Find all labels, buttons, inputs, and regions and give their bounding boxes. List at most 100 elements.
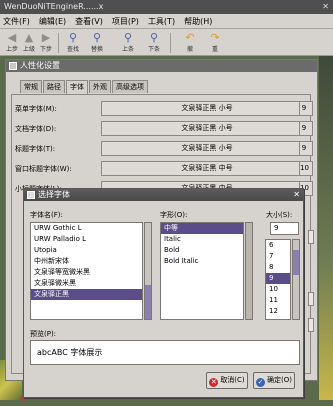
font-setting-row: 文档字体(D): 文泉驿正黑 小号 9 xyxy=(15,121,313,137)
cancel-button[interactable]: ✕ 取消(C) xyxy=(206,372,248,389)
font-setting-label: 文档字体(D): xyxy=(15,125,57,133)
undo-button[interactable]: ↶ 撤 xyxy=(181,31,199,53)
font-picker-button[interactable]: 文泉驿正黑 中号10 xyxy=(101,161,313,176)
font-picker-button[interactable] xyxy=(308,318,314,332)
redo-icon: ↷ xyxy=(210,31,220,44)
undo-icon: ↶ xyxy=(185,31,195,44)
family-scrollbar[interactable] xyxy=(144,222,152,320)
font-chooser-dialog: 选择字体 ✕ 字体名(F): 字形(O): 大小(S): URW Gothic … xyxy=(23,188,304,398)
find-prev-button[interactable]: ⚲ 上条 xyxy=(119,31,137,53)
list-item[interactable]: 8 xyxy=(266,262,290,273)
size-scrollbar[interactable] xyxy=(292,239,300,320)
window-icon xyxy=(27,191,35,199)
preferences-titlebar: 人性化设置 xyxy=(6,60,317,72)
list-item[interactable]: 6 xyxy=(266,240,290,251)
cancel-icon: ✕ xyxy=(209,378,219,387)
font-style-list[interactable]: 中等 Italic Bold Bold Italic xyxy=(160,222,244,320)
list-item-selected[interactable]: 文泉驿正黑 xyxy=(31,289,142,300)
family-label: 字体名(F): xyxy=(30,211,63,219)
tab-paths[interactable]: 路径 xyxy=(43,80,65,93)
replace-button[interactable]: ⚲ 替换 xyxy=(88,31,106,53)
tab-general[interactable]: 常规 xyxy=(20,80,42,93)
font-size-value: 9 xyxy=(299,142,308,155)
style-scrollbar[interactable] xyxy=(245,222,253,320)
font-picker-button[interactable]: 文泉驿正黑 小号 9 xyxy=(101,101,313,116)
list-item[interactable]: URW Gothic L xyxy=(31,223,142,234)
font-picker-button[interactable] xyxy=(308,292,314,306)
desktop-background xyxy=(319,56,333,400)
menu-help[interactable]: 帮助(H) xyxy=(184,16,212,27)
font-setting-row: 菜单字体(M): 文泉驿正黑 小号 9 xyxy=(15,101,313,117)
arrow-right-icon: ▶ xyxy=(41,31,51,44)
ok-button[interactable]: ✓ 确定(O) xyxy=(253,372,295,389)
list-item[interactable]: 10 xyxy=(266,284,290,295)
scrollbar-thumb[interactable] xyxy=(145,285,151,319)
scrollbar-thumb[interactable] xyxy=(246,223,252,319)
find-next-icon: ⚲ xyxy=(149,31,159,44)
list-item[interactable]: 11 xyxy=(266,295,290,306)
list-item-selected[interactable]: 9 xyxy=(266,273,290,284)
window-icon xyxy=(9,62,17,70)
toolbar-separator xyxy=(58,33,59,53)
toolbar: ◀ 上步 ▲ 上级 ▶ 下步 ⚲ 查找 ⚲ 替换 ⚲ 上条 ⚲ 下条 ↶ 撤 ↷ 重 xyxy=(0,29,333,56)
font-size-list[interactable]: 6 7 8 9 10 11 12 xyxy=(265,239,291,320)
list-item[interactable]: Bold Italic xyxy=(161,256,243,267)
scrollbar-thumb[interactable] xyxy=(293,250,299,275)
menubar: 文件(F) 编辑(E) 查看(V) 项目(P) 工具(T) 帮助(H) xyxy=(0,14,333,29)
preview-label: 预览(P): xyxy=(30,330,57,338)
font-setting-label: 标题字体(T): xyxy=(15,145,56,153)
menu-view[interactable]: 查看(V) xyxy=(75,16,103,27)
app-titlebar: WenDuoNiTEngineR......x ✕ xyxy=(0,0,333,14)
size-input[interactable]: 9 xyxy=(270,222,299,235)
list-item[interactable]: 7 xyxy=(266,251,290,262)
back-button[interactable]: ◀ 上步 xyxy=(3,31,21,53)
preview-text-field[interactable]: abcABC 字体展示 xyxy=(30,340,300,365)
list-item[interactable]: URW Palladio L xyxy=(31,234,142,245)
forward-button[interactable]: ▶ 下步 xyxy=(37,31,55,53)
font-setting-label: 窗口标题字体(W): xyxy=(15,165,72,173)
font-picker-button[interactable]: 文泉驿正黑 小号 9 xyxy=(101,141,313,156)
menu-project[interactable]: 项目(P) xyxy=(112,16,139,27)
list-item[interactable]: 中州新宋体 xyxy=(31,256,142,267)
size-label: 大小(S): xyxy=(266,211,293,219)
list-item[interactable]: Bold xyxy=(161,245,243,256)
menu-tools[interactable]: 工具(T) xyxy=(148,16,175,27)
font-picker-button[interactable] xyxy=(308,230,314,244)
font-setting-row: 标题字体(T): 文泉驿正黑 小号 9 xyxy=(15,141,313,157)
font-picker-button[interactable]: 文泉驿正黑 小号 9 xyxy=(101,121,313,136)
arrow-up-icon: ▲ xyxy=(24,31,34,44)
up-button[interactable]: ▲ 上级 xyxy=(20,31,38,53)
list-item-selected[interactable]: 中等 xyxy=(161,223,243,234)
menu-edit[interactable]: 编辑(E) xyxy=(39,16,66,27)
find-next-button[interactable]: ⚲ 下条 xyxy=(145,31,163,53)
search-button[interactable]: ⚲ 查找 xyxy=(64,31,82,53)
search-icon: ⚲ xyxy=(68,31,78,44)
dialog-titlebar: 选择字体 ✕ xyxy=(24,189,303,201)
tab-fonts[interactable]: 字体 xyxy=(66,80,88,94)
ok-icon: ✓ xyxy=(256,378,265,387)
find-prev-icon: ⚲ xyxy=(123,31,133,44)
preferences-title: 人性化设置 xyxy=(20,61,60,70)
close-icon[interactable]: ✕ xyxy=(322,0,329,14)
font-size-value: 9 xyxy=(299,122,308,135)
font-setting-row: 窗口标题字体(W): 文泉驿正黑 中号 10 xyxy=(15,161,313,177)
list-item[interactable]: 文泉驿等宽微米黑 xyxy=(31,267,142,278)
font-size-value: 9 xyxy=(299,102,308,115)
list-item[interactable]: 文泉驿微米黑 xyxy=(31,278,142,289)
tab-advanced[interactable]: 高级选项 xyxy=(112,80,148,93)
font-family-list[interactable]: URW Gothic L URW Palladio L Utopia 中州新宋体… xyxy=(30,222,143,320)
font-size-value: 10 xyxy=(299,162,309,175)
tab-appearance[interactable]: 外观 xyxy=(89,80,111,93)
font-setting-label: 菜单字体(M): xyxy=(15,105,57,113)
style-label: 字形(O): xyxy=(160,211,188,219)
list-item[interactable]: Utopia xyxy=(31,245,142,256)
list-item[interactable]: Italic xyxy=(161,234,243,245)
dialog-title: 选择字体 xyxy=(38,190,70,199)
app-title: WenDuoNiTEngineR......x xyxy=(4,2,104,11)
close-icon[interactable]: ✕ xyxy=(293,189,300,201)
replace-icon: ⚲ xyxy=(92,31,102,44)
list-item[interactable]: 12 xyxy=(266,306,290,317)
preferences-tabs: 常规 路径 字体 外观 高级选项 xyxy=(20,80,148,94)
menu-file[interactable]: 文件(F) xyxy=(3,16,30,27)
redo-button[interactable]: ↷ 重 xyxy=(206,31,224,53)
